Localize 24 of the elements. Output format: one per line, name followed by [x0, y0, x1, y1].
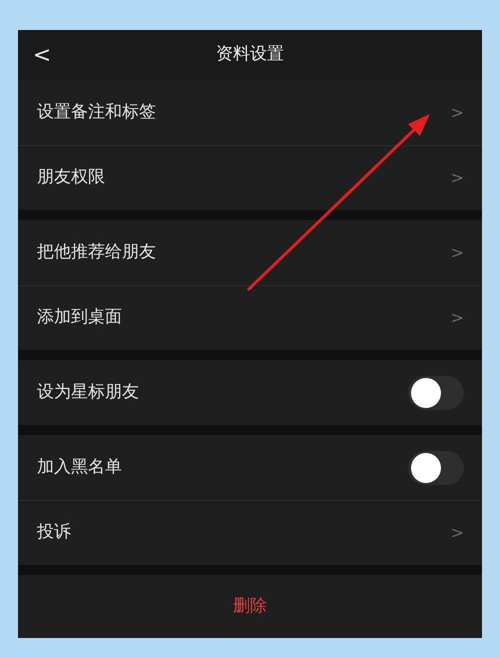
settings-row[interactable]: 设置备注和标签 >	[18, 80, 482, 145]
chevron-icon: >	[450, 166, 464, 190]
chevron-icon: >	[450, 306, 464, 330]
page-title: 资料设置	[216, 43, 284, 66]
chevron-icon: >	[450, 100, 464, 124]
row-label: 添加到桌面	[37, 306, 122, 330]
settings-row[interactable]: 添加到桌面 >	[18, 285, 482, 350]
settings-row[interactable]: 加入黑名单	[18, 435, 482, 500]
back-button[interactable]: <	[32, 38, 52, 72]
row-label: 加入黑名单	[37, 456, 122, 479]
row-label: 设为星标朋友	[37, 380, 139, 404]
row-label: 设置备注和标签	[37, 100, 156, 124]
chevron-icon: >	[450, 240, 464, 264]
settings-row[interactable]: 设为星标朋友	[18, 360, 482, 425]
settings-row[interactable]: 朋友权限 >	[18, 145, 482, 210]
row-label: 朋友权限	[37, 166, 105, 190]
delete-button[interactable]: 删除	[18, 575, 482, 638]
toggle-switch[interactable]	[408, 450, 464, 484]
toggle-switch[interactable]	[408, 376, 464, 410]
row-label: 投诉	[37, 521, 71, 544]
chevron-icon: >	[450, 521, 464, 545]
settings-row[interactable]: 投诉 >	[18, 500, 482, 565]
settings-row[interactable]: 把他推荐给朋友 >	[18, 220, 482, 285]
row-label: 把他推荐给朋友	[37, 240, 156, 264]
